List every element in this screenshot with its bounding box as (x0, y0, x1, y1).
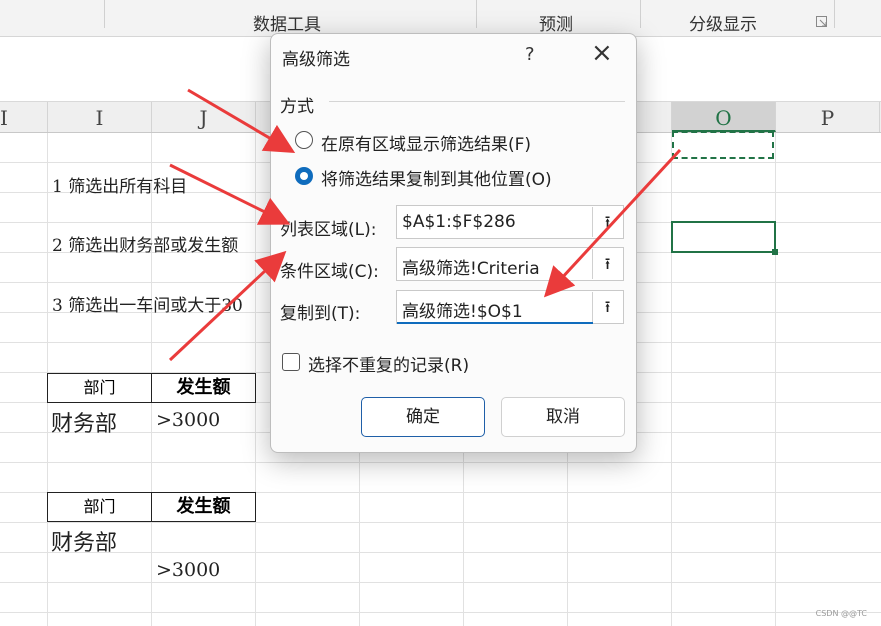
annotation-arrows (168, 88, 682, 362)
arrow-to-copy-option (187, 88, 296, 154)
arrow-to-list-range (169, 163, 291, 225)
watermark: CSDN @@TC (815, 609, 867, 618)
arrow-to-copy-to (543, 148, 682, 298)
arrow-to-criteria-range (168, 250, 287, 362)
